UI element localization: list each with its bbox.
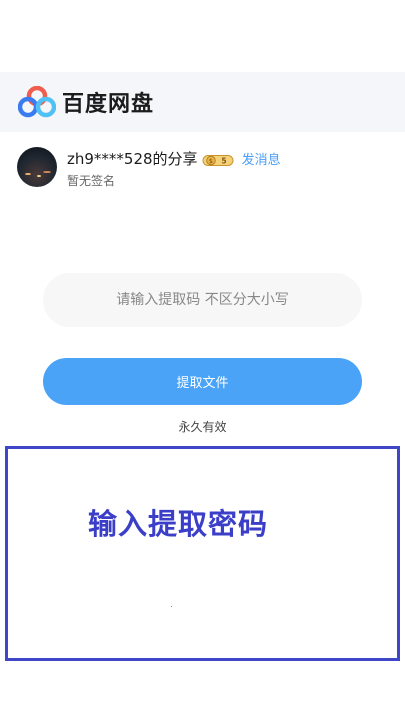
svg-text:5: 5 (221, 156, 226, 165)
brand-name: 百度网盘 (62, 92, 155, 117)
brand-logo-link[interactable]: 百度网盘 (0, 85, 155, 118)
vip-coin-badge-icon: $ 5 (202, 152, 234, 166)
share-page: 百度网盘 zh9****528的分享 $ 5 发消息 暂无签名 请输入提取码 不… (0, 0, 405, 720)
svg-text:$: $ (208, 157, 212, 165)
avatar[interactable] (17, 147, 57, 187)
extract-code-input[interactable] (43, 273, 362, 327)
stray-dot (171, 606, 172, 607)
sharer-name: zh9****528的分享 (67, 149, 198, 168)
sharer-block: zh9****528的分享 $ 5 发消息 暂无签名 (17, 147, 397, 191)
baidu-netdisk-logo-icon (17, 85, 57, 118)
header-bar: 百度网盘 (0, 72, 405, 132)
annotation-box: 输入提取密码 (5, 446, 400, 661)
send-message-link[interactable]: 发消息 (242, 149, 281, 168)
extract-file-button[interactable]: 提取文件 (43, 358, 362, 405)
sharer-signature: 暂无签名 (67, 174, 116, 188)
annotation-text: 输入提取密码 (88, 507, 269, 541)
validity-label: 永久有效 (178, 420, 227, 434)
sharer-info: zh9****528的分享 $ 5 发消息 暂无签名 (67, 147, 281, 189)
